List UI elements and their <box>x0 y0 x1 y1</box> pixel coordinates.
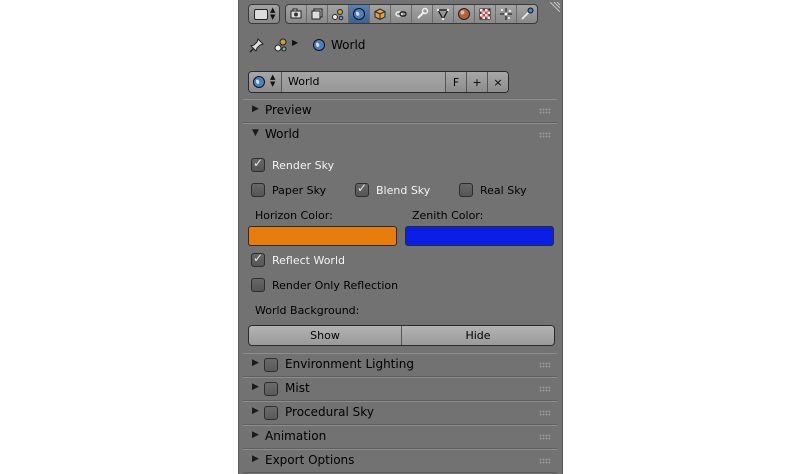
checkmark-icon: ✓ <box>357 181 368 195</box>
unlink-world-button[interactable]: × <box>488 72 508 92</box>
real-sky-label: Real Sky <box>480 184 527 197</box>
checkmark-icon: ✓ <box>253 156 264 170</box>
panel-environment-lighting-header[interactable]: ▶ Environment Lighting <box>243 353 557 377</box>
panel-title: World <box>265 127 300 141</box>
material-icon <box>458 8 470 20</box>
pin-icon[interactable] <box>249 37 265 53</box>
render-only-reflection-checkbox[interactable] <box>251 278 265 292</box>
drag-grip-icon[interactable] <box>539 410 551 416</box>
show-button[interactable]: Show <box>249 326 402 345</box>
tab-material[interactable] <box>454 5 475 23</box>
up-down-arrows-icon: ▲ ▼ <box>270 73 276 88</box>
physics-icon <box>521 7 534 20</box>
horizon-color-swatch[interactable] <box>248 226 397 246</box>
panel-animation-header[interactable]: ▶ Animation <box>243 425 557 449</box>
render-layers-icon <box>311 8 323 20</box>
modifiers-icon <box>417 7 429 19</box>
world-icon <box>253 76 265 88</box>
checkmark-icon: ✓ <box>253 251 264 265</box>
world-icon <box>313 39 325 51</box>
panel-title: Mist <box>285 381 310 395</box>
area-corner-grip-icon[interactable] <box>550 2 560 12</box>
collapsed-arrow-icon: ▶ <box>252 454 259 464</box>
fake-user-button[interactable]: F <box>446 72 467 92</box>
render-only-reflection-label: Render Only Reflection <box>272 279 399 292</box>
properties-header: ▲ ▼ <box>239 0 562 28</box>
render-sky-checkbox[interactable]: ✓ <box>251 156 265 172</box>
world-background-label: World Background: <box>255 304 360 317</box>
panel-procedural-sky-header[interactable]: ▶ Procedural Sky <box>243 401 557 425</box>
panel-mist-header[interactable]: ▶ Mist <box>243 377 557 401</box>
real-sky-checkbox[interactable] <box>459 183 473 197</box>
blend-sky-checkbox[interactable]: ✓ <box>355 181 369 197</box>
reflect-world-checkbox[interactable]: ✓ <box>251 251 265 267</box>
tab-physics[interactable] <box>517 5 537 23</box>
editor-type-selector[interactable]: ▲ ▼ <box>248 4 280 24</box>
paper-sky-checkbox[interactable] <box>251 183 265 197</box>
world-icon <box>353 8 365 20</box>
reflect-world-label: Reflect World <box>272 254 345 267</box>
collapsed-arrow-icon: ▶ <box>252 358 259 368</box>
context-tabs <box>285 4 538 24</box>
tab-particles[interactable] <box>496 5 517 23</box>
zenith-color-label: Zenith Color: <box>412 209 484 222</box>
drag-grip-icon[interactable] <box>539 362 551 368</box>
panel-title: Export Options <box>265 453 355 467</box>
drag-grip-icon[interactable] <box>539 132 551 138</box>
horizon-color-label: Horizon Color: <box>255 209 333 222</box>
tab-world[interactable] <box>349 5 370 23</box>
collapsed-arrow-icon: ▶ <box>252 382 259 392</box>
properties-editor-icon <box>254 9 268 20</box>
panel-title: Animation <box>265 429 327 443</box>
tab-modifiers[interactable] <box>412 5 433 23</box>
blend-sky-label: Blend Sky <box>376 184 431 197</box>
tab-object[interactable] <box>370 5 391 23</box>
drag-grip-icon[interactable] <box>539 108 551 114</box>
tab-scene[interactable] <box>328 5 349 23</box>
world-background-toggle: Show Hide <box>248 325 555 346</box>
world-name-field[interactable]: World <box>282 72 446 92</box>
render-icon <box>290 8 302 19</box>
panel-title: Environment Lighting <box>285 357 414 371</box>
object-data-icon <box>436 8 450 21</box>
browse-world-button[interactable]: ▲ ▼ <box>249 72 282 92</box>
paper-sky-label: Paper Sky <box>272 184 327 197</box>
collapsed-arrow-icon: ▶ <box>252 430 259 440</box>
scene-icon <box>274 38 287 52</box>
panel-export-options-header[interactable]: ▶ Export Options <box>243 449 557 473</box>
tab-render-layers[interactable] <box>307 5 328 23</box>
drag-grip-icon[interactable] <box>539 434 551 440</box>
expanded-arrow-icon: ▼ <box>252 128 259 138</box>
tab-constraints[interactable] <box>391 5 412 23</box>
panel-world-header[interactable]: ▼ World <box>243 123 557 146</box>
tab-render[interactable] <box>286 5 307 23</box>
environment-lighting-checkbox[interactable] <box>264 358 278 372</box>
drag-grip-icon[interactable] <box>539 386 551 392</box>
breadcrumb-label: World <box>331 38 366 52</box>
constraints-icon <box>395 11 407 17</box>
panel-title: Procedural Sky <box>285 405 374 419</box>
drag-grip-icon[interactable] <box>539 458 551 464</box>
collapsed-arrow-icon: ▶ <box>252 104 259 114</box>
object-icon <box>374 8 386 21</box>
panel-title: Preview <box>265 103 312 117</box>
properties-editor: ▲ ▼ ▶ World ▲ ▼ World F + × ▶ Preview ▼ … <box>238 0 563 474</box>
context-breadcrumb: ▶ World <box>239 34 562 56</box>
procedural-sky-checkbox[interactable] <box>264 406 278 420</box>
collapsed-arrow-icon: ▶ <box>252 406 259 416</box>
mist-checkbox[interactable] <box>264 382 278 396</box>
world-datablock-selector: ▲ ▼ World F + × <box>248 71 509 93</box>
tab-object-data[interactable] <box>433 5 454 23</box>
render-sky-label: Render Sky <box>272 159 335 172</box>
tab-texture[interactable] <box>475 5 496 23</box>
texture-icon <box>479 8 491 20</box>
panel-preview-header[interactable]: ▶ Preview <box>243 99 557 123</box>
up-down-arrows-icon: ▲ ▼ <box>270 6 276 21</box>
zenith-color-swatch[interactable] <box>405 226 554 246</box>
hide-button[interactable]: Hide <box>402 326 554 345</box>
scene-icon <box>332 9 344 21</box>
new-world-button[interactable]: + <box>467 72 488 92</box>
particles-icon <box>500 8 512 20</box>
breadcrumb-arrow-icon: ▶ <box>292 38 299 47</box>
